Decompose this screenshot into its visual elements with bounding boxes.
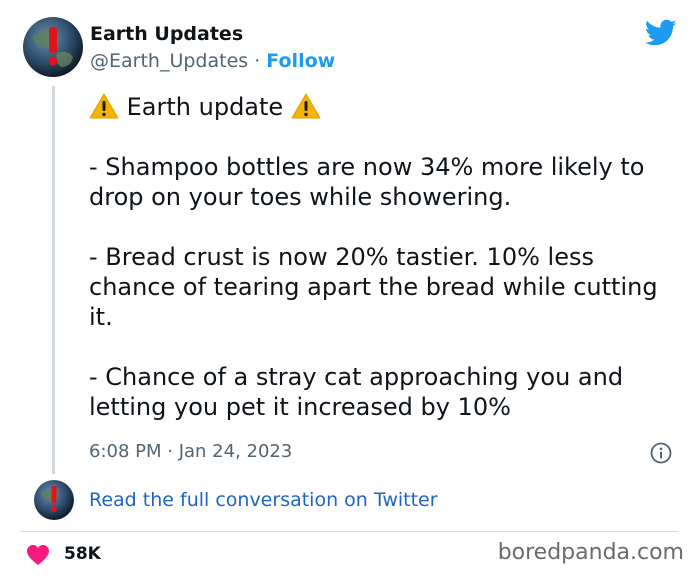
author-avatar-small[interactable]	[34, 480, 74, 520]
heart-icon[interactable]	[26, 544, 50, 566]
meta-separator: ·	[248, 50, 267, 72]
thread-line	[52, 86, 55, 474]
tweet-paragraph: - Chance of a stray cat approaching you …	[89, 363, 624, 421]
warning-icon	[89, 93, 119, 119]
author-handle[interactable]: @Earth_Updates	[90, 50, 248, 72]
watermark: boredpanda.com	[497, 540, 684, 565]
tweet-timestamp[interactable]: 6:08 PM · Jan 24, 2023	[89, 441, 292, 462]
tweet-text: Earth update - Shampoo bottles are now 3…	[89, 92, 679, 422]
tweet-header-line: Earth update	[89, 92, 679, 122]
read-conversation-link[interactable]: Read the full conversation on Twitter	[89, 489, 438, 511]
divider	[20, 531, 678, 532]
tweet-header: Earth update	[126, 93, 284, 121]
author-name[interactable]: Earth Updates	[90, 23, 243, 45]
tweet-paragraph: - Shampoo bottles are now 34% more likel…	[89, 153, 645, 211]
twitter-bird-icon[interactable]	[644, 19, 677, 47]
like-count[interactable]: 58K	[64, 544, 101, 564]
tweet-paragraph: - Bread crust is now 20% tastier. 10% le…	[89, 243, 658, 331]
info-icon[interactable]	[650, 442, 672, 464]
author-meta: @Earth_Updates · Follow	[90, 50, 335, 72]
author-avatar[interactable]	[23, 17, 83, 77]
warning-icon	[291, 93, 321, 119]
follow-button[interactable]: Follow	[266, 50, 335, 72]
